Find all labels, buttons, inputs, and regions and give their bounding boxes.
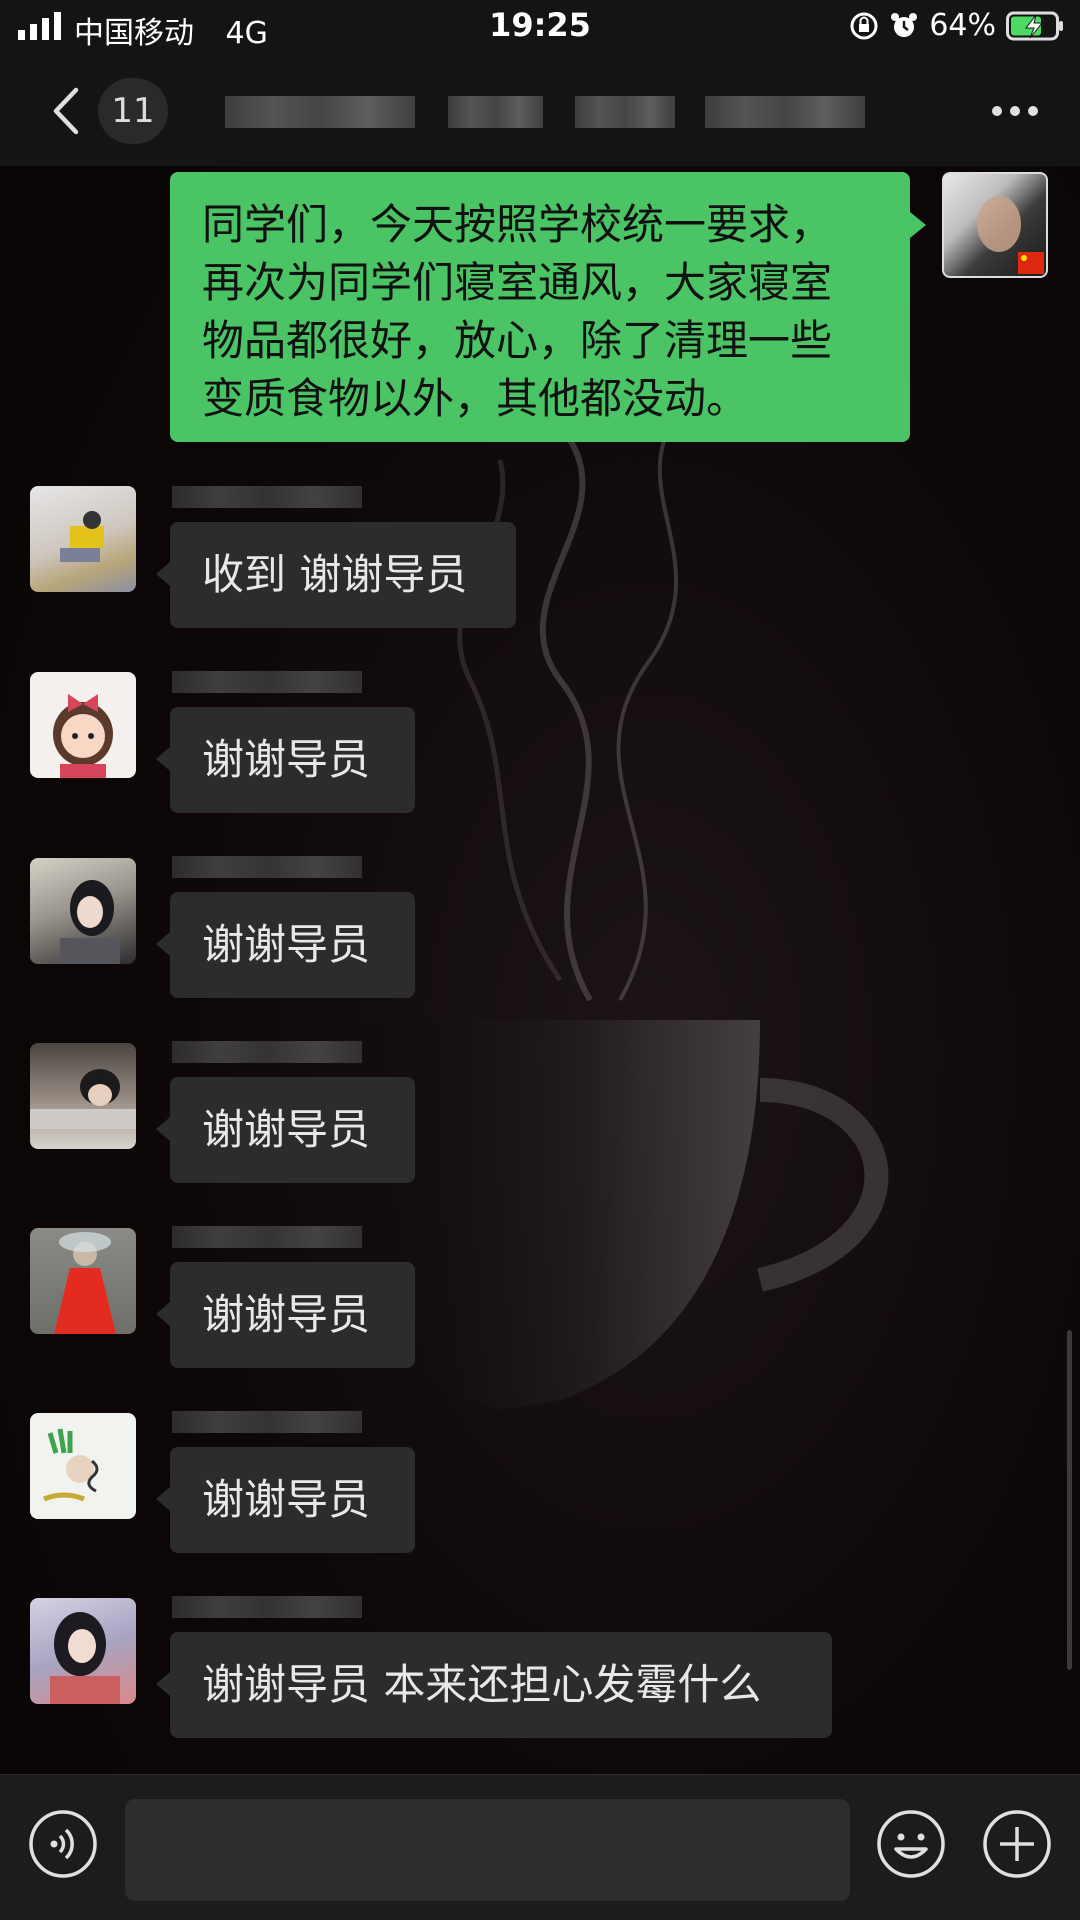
status-right-group: 64% [849, 8, 1064, 43]
message-text-line: 同学们，今天按照学校统一要求， [202, 200, 833, 249]
orientation-lock-icon [850, 12, 878, 39]
message-text-line: 再次为同学们寝室通风，大家寝室 [202, 258, 833, 307]
incoming-message-bubble[interactable]: 谢谢导员 [156, 707, 415, 813]
sender-nickname-blurred [172, 486, 362, 508]
message-text: 谢谢导员 [202, 735, 371, 784]
sender-nickname-blurred [172, 1041, 362, 1063]
sender-nickname-blurred [172, 1596, 362, 1618]
input-bar [0, 1774, 1080, 1920]
back-icon[interactable] [46, 86, 86, 136]
battery-percent: 64% [929, 8, 996, 43]
flag-badge-icon [977, 196, 1044, 274]
incoming-message-bubble[interactable]: 收到 谢谢导员 [156, 522, 516, 628]
chat-screen: 中国移动 4G 19:25 64% 11 同学们，今天按照学校统一要求， 再次为… [0, 0, 1080, 1920]
voice-icon[interactable] [28, 1809, 98, 1879]
message-text: 谢谢导员 [202, 1475, 371, 1524]
message-input[interactable] [125, 1799, 850, 1901]
battery-charging-icon [1006, 11, 1063, 40]
sender-nickname-blurred [172, 671, 362, 693]
status-bar: 中国移动 4G 19:25 64% [0, 0, 1080, 56]
incoming-message-bubble[interactable]: 谢谢导员 本来还担心发霉什么 [156, 1632, 832, 1738]
sender-avatar[interactable] [30, 486, 136, 592]
sender-nickname-blurred [172, 1226, 362, 1248]
sender-avatar[interactable] [30, 672, 136, 778]
incoming-message-bubble[interactable]: 谢谢导员 [156, 892, 415, 998]
outgoing-message-bubble[interactable]: 同学们，今天按照学校统一要求， 再次为同学们寝室通风，大家寝室 物品都很好，放心… [170, 172, 926, 442]
sender-avatar[interactable] [30, 1598, 136, 1704]
message-text: 谢谢导员 [202, 1290, 371, 1339]
message-text-line: 变质食物以外，其他都没动。 [202, 374, 749, 423]
sender-avatar[interactable] [30, 1228, 136, 1334]
sender-nickname-blurred [172, 1411, 362, 1433]
alarm-icon [891, 12, 918, 37]
my-avatar[interactable] [942, 172, 1048, 278]
incoming-message-bubble[interactable]: 谢谢导员 [156, 1262, 415, 1368]
scroll-indicator[interactable] [1067, 1330, 1072, 1670]
plus-icon[interactable] [982, 1809, 1052, 1879]
sender-avatar[interactable] [30, 1043, 136, 1149]
chat-header: 11 [0, 56, 1080, 166]
incoming-message-bubble[interactable]: 谢谢导员 [156, 1447, 415, 1553]
message-text: 谢谢导员 [202, 920, 371, 969]
more-icon[interactable] [990, 104, 1040, 118]
sender-avatar[interactable] [30, 858, 136, 964]
message-list[interactable]: 同学们，今天按照学校统一要求， 再次为同学们寝室通风，大家寝室 物品都很好，放心… [0, 166, 1080, 1774]
message-text-line: 物品都很好，放心，除了清理一些 [202, 316, 833, 365]
sender-avatar[interactable] [30, 1413, 136, 1519]
incoming-message-bubble[interactable]: 谢谢导员 [156, 1077, 415, 1183]
emoji-icon[interactable] [876, 1809, 946, 1879]
message-text: 谢谢导员 本来还担心发霉什么 [202, 1660, 762, 1709]
message-text: 收到 谢谢导员 [202, 550, 468, 599]
sender-nickname-blurred [172, 856, 362, 878]
message-text: 谢谢导员 [202, 1105, 371, 1154]
unread-count-badge[interactable]: 11 [98, 78, 168, 144]
